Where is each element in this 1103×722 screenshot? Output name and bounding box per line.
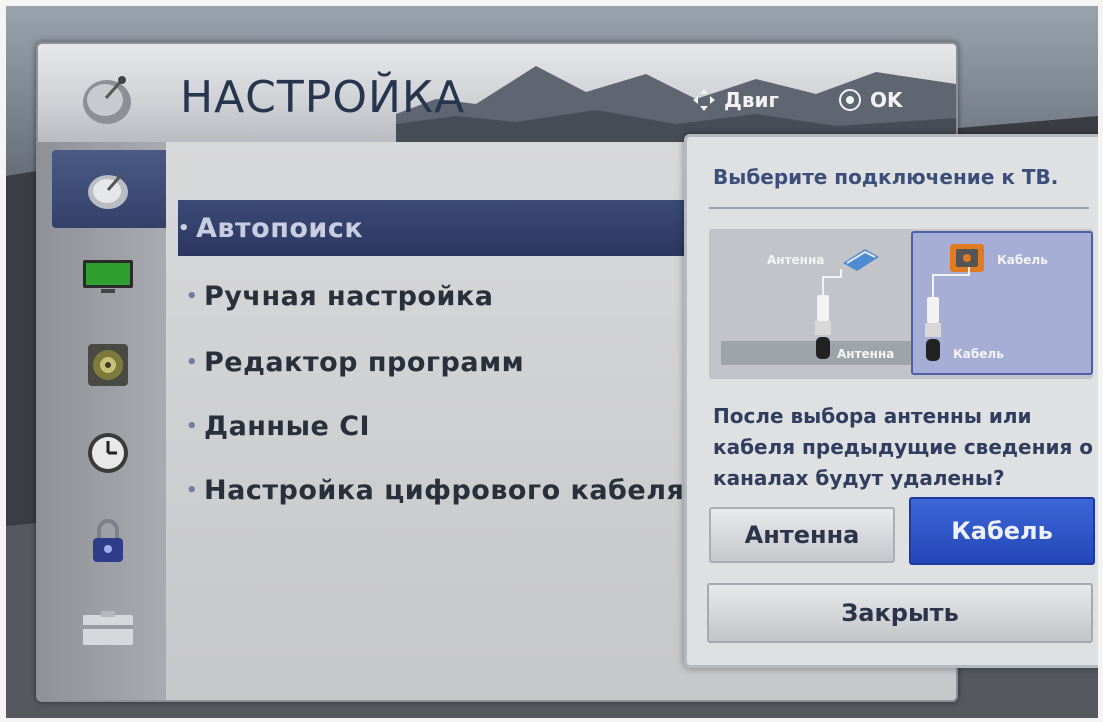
antenna-icon: [843, 249, 879, 271]
clock-icon: [88, 433, 128, 473]
hint-ok: OK: [838, 88, 903, 112]
lock-icon: [93, 519, 123, 562]
speaker-icon: [88, 344, 128, 386]
cable-label-top: Кабель: [997, 253, 1048, 267]
panel-header: НАСТРОЙКА Двиг OK: [38, 44, 956, 142]
satellite-dish-icon: [88, 173, 128, 209]
antenna-button[interactable]: Антенна: [709, 507, 895, 563]
cable-button[interactable]: Кабель: [909, 497, 1095, 565]
dialog-message: После выбора антенны или кабеля предыдущ…: [713, 404, 1093, 490]
hint-navigate: Двиг: [692, 88, 779, 112]
bullet-icon: •: [186, 285, 199, 307]
antenna-label-bottom: Антенна: [837, 347, 895, 361]
bullet-icon: •: [186, 479, 199, 501]
sidebar-item-lock[interactable]: [60, 502, 156, 580]
options-icon: [83, 611, 133, 645]
cable-option-illustration[interactable]: Кабель Кабель: [911, 231, 1093, 375]
tv-screen: НАСТРОЙКА Двиг OK • Автопоиск • Ручная н…: [6, 6, 1098, 718]
dialog-title: Выберите подключение к ТВ.: [713, 165, 1059, 189]
sidebar-item-time[interactable]: [60, 414, 156, 492]
connection-illustration: Антенна Антенна Кабель Кабель: [709, 229, 1093, 379]
menu-item-label: Автопоиск: [196, 212, 364, 244]
hint-navigate-label: Двиг: [724, 88, 779, 112]
menu-item-label: Редактор программ: [204, 346, 525, 378]
dialog-divider: [709, 207, 1089, 209]
cable-label-bottom: Кабель: [953, 347, 1004, 361]
sidebar-item-options[interactable]: [60, 590, 156, 668]
sidebar-item-audio[interactable]: [60, 326, 156, 404]
menu-item-label: Ручная настройка: [204, 280, 494, 312]
menu-item-label: Данные CI: [204, 410, 371, 442]
menu-item-label: Настройка цифрового кабеля: [204, 474, 685, 506]
bullet-icon: •: [186, 351, 199, 373]
satellite-dish-icon: [83, 76, 131, 124]
bullet-icon: •: [186, 415, 199, 437]
sidebar-item-setup[interactable]: [52, 150, 166, 228]
connection-dialog: Выберите подключение к ТВ. Антенна Антен…: [684, 134, 1098, 668]
hint-ok-label: OK: [870, 88, 903, 112]
tv-screen-icon: [83, 260, 133, 293]
antenna-option-illustration[interactable]: Антенна Антенна: [711, 231, 907, 373]
close-button[interactable]: Закрыть: [707, 583, 1093, 643]
ok-button-icon: [839, 89, 861, 111]
sidebar-item-picture[interactable]: [60, 238, 156, 316]
page-title: НАСТРОЙКА: [180, 72, 466, 123]
dpad-icon: [693, 89, 715, 111]
bullet-icon: •: [178, 217, 191, 239]
category-sidebar: [38, 142, 166, 700]
